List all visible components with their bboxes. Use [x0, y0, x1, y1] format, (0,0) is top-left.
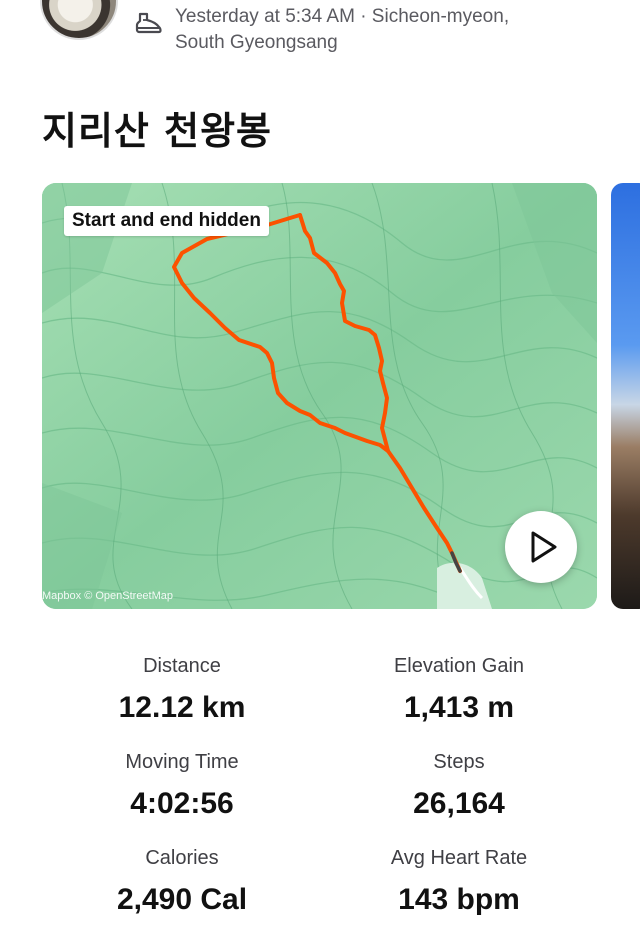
- stat-value: 143 bpm: [398, 883, 520, 916]
- activity-region: South Gyeongsang: [175, 32, 338, 53]
- stat-label: Distance: [143, 655, 221, 677]
- stat-moving-time: Moving Time 4:02:56: [32, 748, 332, 824]
- map-attribution[interactable]: Mapbox © OpenStreetMap: [42, 590, 173, 602]
- play-flyover-button[interactable]: [505, 511, 577, 583]
- stat-label: Moving Time: [125, 751, 239, 773]
- stat-value: 2,490 Cal: [116, 883, 248, 916]
- stat-label: Calories: [145, 847, 219, 869]
- stat-value: 26,164: [413, 787, 505, 820]
- stat-label: Elevation Gain: [393, 655, 525, 677]
- hiking-shoe-icon: [135, 12, 162, 34]
- stat-elevation-gain: Elevation Gain 1,413 m: [309, 652, 609, 728]
- stat-value: 1,413 m: [403, 691, 515, 724]
- stat-steps: Steps 26,164: [309, 748, 609, 824]
- stat-value: 12.12 km: [118, 691, 246, 724]
- privacy-zone-label: Start and end hidden: [64, 206, 269, 236]
- activity-title[interactable]: 지리산 천왕봉: [42, 100, 272, 155]
- play-icon: [531, 531, 557, 563]
- activity-meta: Yesterday at 5:34 AM · Sicheon-myeon, So…: [175, 4, 509, 56]
- avatar[interactable]: [40, 0, 118, 40]
- stat-distance: Distance 12.12 km: [32, 652, 332, 728]
- stat-label: Steps: [433, 751, 485, 773]
- stat-value: 4:02:56: [130, 787, 234, 820]
- stat-calories: Calories 2,490 Cal: [32, 844, 332, 920]
- activity-photo-preview[interactable]: [611, 183, 640, 609]
- stat-avg-heart-rate: Avg Heart Rate 143 bpm: [309, 844, 609, 920]
- stat-label: Avg Heart Rate: [390, 847, 528, 869]
- activity-header: Yesterday at 5:34 AM · Sicheon-myeon, So…: [0, 0, 640, 70]
- activity-datetime-location: Yesterday at 5:34 AM · Sicheon-myeon,: [175, 6, 510, 27]
